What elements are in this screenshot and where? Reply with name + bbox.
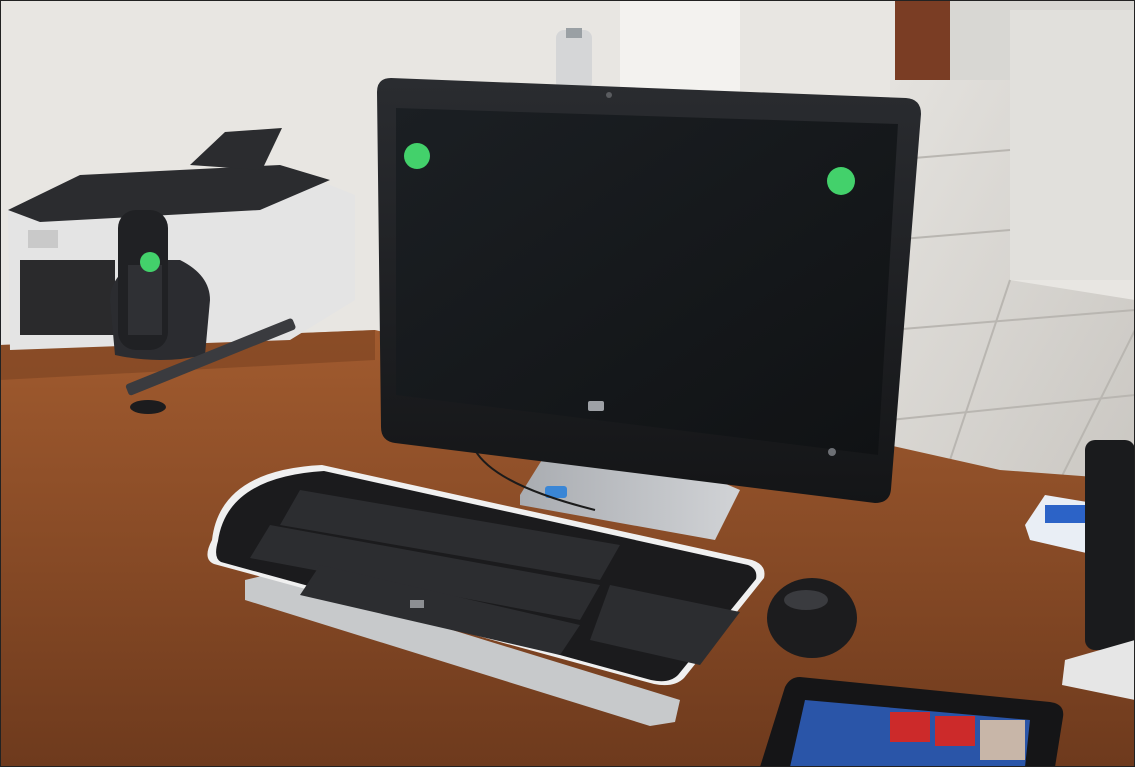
- bottle: [556, 30, 592, 90]
- side-wall-panel: [1010, 10, 1135, 280]
- mouse: [767, 578, 857, 658]
- door-frame: [895, 0, 950, 90]
- tablet-tile-photo: [980, 720, 1025, 760]
- monitor-logo: [588, 401, 604, 411]
- monitor-screen: [396, 108, 898, 455]
- phone-clip: [130, 400, 166, 414]
- power-button: [828, 448, 836, 456]
- dark-bottle: [1085, 440, 1135, 650]
- tablet-tile-red: [890, 712, 930, 742]
- marker-screen-left: [404, 143, 430, 169]
- webcam: [606, 92, 612, 98]
- marker-screen-right: [827, 167, 855, 195]
- tablet-tile-red-2: [935, 716, 975, 746]
- bottle-cap: [566, 28, 582, 38]
- all-in-one-monitor: [377, 78, 921, 503]
- scene-svg: [0, 0, 1135, 767]
- marker-phone: [140, 252, 160, 272]
- keyboard-logo: [410, 600, 424, 608]
- photo-scene: [0, 0, 1135, 767]
